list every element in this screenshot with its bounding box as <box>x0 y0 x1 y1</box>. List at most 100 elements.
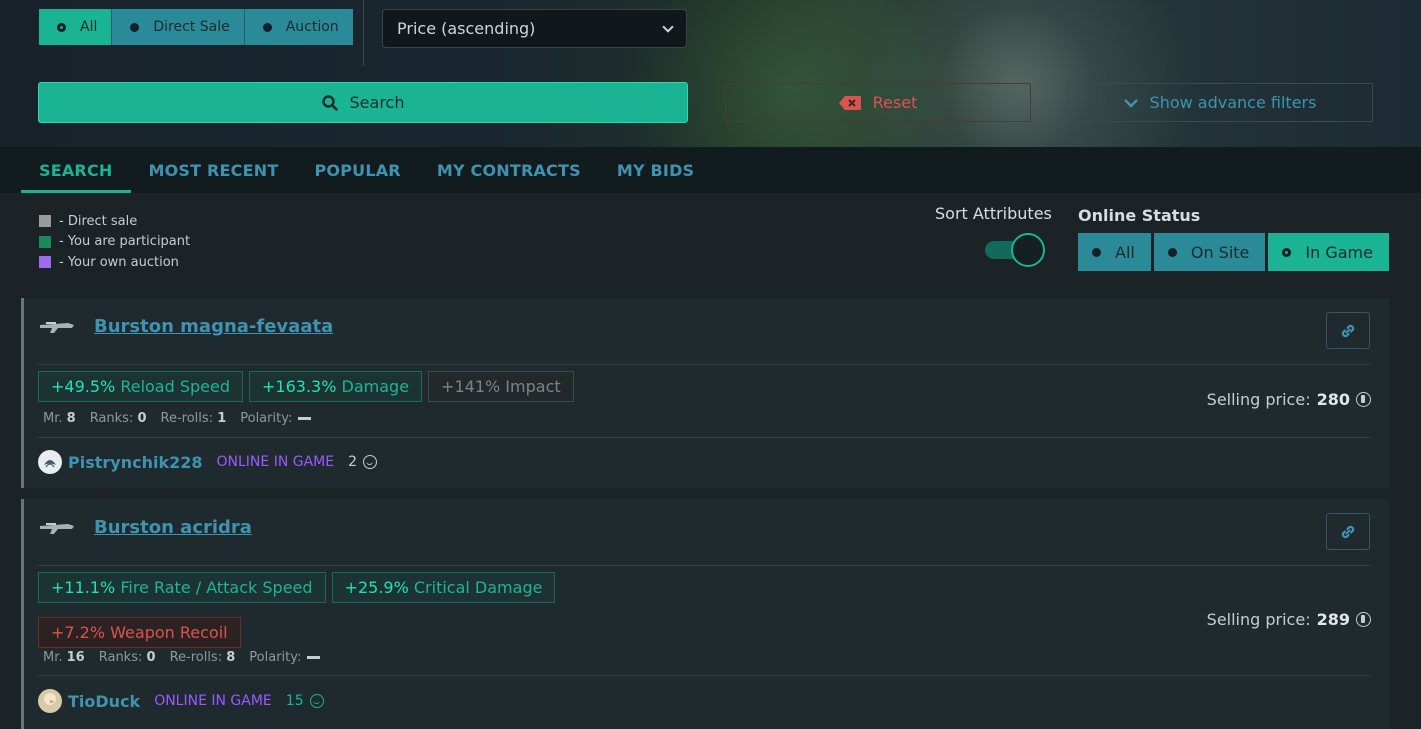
sale-type-label: Direct Sale <box>153 19 230 35</box>
auction-title-link[interactable]: Burston magna-fevaata <box>94 316 333 337</box>
seller-info: TioDuck ONLINE IN GAME 15 <box>38 689 324 713</box>
copy-link-button[interactable] <box>1326 312 1370 349</box>
price-label: Selling price: <box>1206 390 1311 409</box>
weapon-icon <box>40 321 74 333</box>
sale-type-all-button[interactable]: All <box>39 9 113 45</box>
auction-card: Burston acridra +11.1% Fire Rate / Attac… <box>21 499 1389 729</box>
attribute-tag: +141% Impact <box>428 371 574 402</box>
platinum-icon <box>1356 612 1371 627</box>
search-icon <box>321 94 338 111</box>
weapon-icon <box>40 522 74 534</box>
sale-type-direct-button[interactable]: Direct Sale <box>112 9 245 45</box>
attribute-tag: +7.2% Weapon Recoil <box>38 617 241 648</box>
weapon-meta: Mr. 16 Ranks: 0 Re-rolls: 8 Polarity: <box>43 650 321 665</box>
attribute-value: +49.5% <box>51 377 116 396</box>
selling-price: Selling price: 289 <box>1207 610 1371 629</box>
attribute-value: +25.9% <box>344 578 409 597</box>
ranks: Ranks: 0 <box>90 411 147 426</box>
reputation-count: 15 <box>285 693 304 709</box>
chevron-down-icon <box>662 20 674 33</box>
polarity-icon <box>298 417 312 420</box>
meta-label: Ranks: <box>89 411 134 426</box>
link-icon <box>1341 324 1355 337</box>
link-icon <box>1341 525 1355 538</box>
online-status-option-label: All <box>1115 242 1135 262</box>
sale-type-label: Auction <box>285 19 339 35</box>
attribute-name: Damage <box>341 377 410 396</box>
reset-button-label: Reset <box>872 93 918 112</box>
avatar[interactable] <box>38 689 62 713</box>
smile-icon <box>363 455 378 469</box>
tab-my-contracts[interactable]: MY CONTRACTS <box>419 147 599 193</box>
advanced-filters-button[interactable]: Show advance filters <box>1067 83 1373 122</box>
polarity-icon <box>307 656 321 659</box>
seller-info: Pistrynchik228 ONLINE IN GAME 2 <box>38 450 378 474</box>
chevron-down-icon <box>1123 98 1138 108</box>
filter-header: All Direct Sale Auction Price (ascending… <box>0 0 1421 147</box>
toggle-knob <box>1011 233 1045 267</box>
ranks: Ranks: 0 <box>99 650 156 665</box>
tab-my-bids[interactable]: MY BIDS <box>599 147 712 193</box>
attribute-tag: +25.9% Critical Damage <box>331 572 556 603</box>
meta-value: 8 <box>66 411 76 426</box>
attribute-name: Reload Speed <box>120 377 231 396</box>
search-button-label: Search <box>349 93 405 112</box>
divider <box>38 675 1370 676</box>
copy-link-button[interactable] <box>1326 513 1370 550</box>
polarity: Polarity: <box>249 650 321 665</box>
attribute-tag: +163.3% Damage <box>249 371 423 402</box>
meta-label: Ranks: <box>98 650 143 665</box>
online-status-onsite-button[interactable]: On Site <box>1153 233 1266 271</box>
legend-item: - Your own auction <box>39 252 190 273</box>
attribute-list: +49.5% Reload Speed +163.3% Damage +141%… <box>38 371 574 402</box>
price-value: 280 <box>1316 390 1350 409</box>
sale-type-auction-button[interactable]: Auction <box>244 9 353 45</box>
tab-search[interactable]: SEARCH <box>21 147 131 193</box>
online-status-ingame-button[interactable]: In Game <box>1268 233 1389 271</box>
background-art <box>930 10 1100 147</box>
radio-icon <box>130 22 140 32</box>
online-status-selector: All On Site In Game <box>1078 233 1389 271</box>
rerolls: Re-rolls: 1 <box>161 411 227 426</box>
attribute-name: Critical Damage <box>413 578 543 597</box>
polarity: Polarity: <box>240 411 312 426</box>
seller-name-link[interactable]: TioDuck <box>68 692 140 711</box>
radio-icon <box>262 22 272 32</box>
price-label: Selling price: <box>1206 610 1311 629</box>
tab-bar: SEARCH MOST RECENT POPULAR MY CONTRACTS … <box>0 147 1421 193</box>
smile-icon <box>309 694 324 708</box>
reputation: 2 <box>348 454 378 470</box>
attribute-tag: +11.1% Fire Rate / Attack Speed <box>38 572 326 603</box>
seller-name-link[interactable]: Pistrynchik228 <box>68 453 203 472</box>
attribute-tag: +49.5% Reload Speed <box>38 371 244 402</box>
tab-most-recent[interactable]: MOST RECENT <box>131 147 297 193</box>
reset-button[interactable]: Reset <box>725 83 1031 122</box>
attribute-name: Fire Rate / Attack Speed <box>120 578 313 597</box>
attribute-name: Weapon Recoil <box>110 623 228 642</box>
online-status-label: Online Status <box>1078 206 1201 225</box>
tab-popular[interactable]: POPULAR <box>296 147 418 193</box>
divider <box>38 364 1370 365</box>
attribute-value: +7.2% <box>51 623 106 642</box>
auction-title-link[interactable]: Burston acridra <box>94 517 252 538</box>
meta-label: Polarity: <box>240 411 293 426</box>
sort-attributes-toggle[interactable] <box>985 233 1045 267</box>
legend: - Direct sale - You are participant - Yo… <box>39 211 190 273</box>
divider <box>363 0 364 66</box>
legend-swatch <box>39 256 51 269</box>
weapon-meta: Mr. 8 Ranks: 0 Re-rolls: 1 Polarity: <box>43 411 312 426</box>
legend-swatch <box>39 215 51 228</box>
divider <box>38 565 1370 566</box>
search-button[interactable]: Search <box>38 82 688 123</box>
radio-icon <box>1092 247 1101 257</box>
online-status-all-button[interactable]: All <box>1078 233 1151 271</box>
avatar[interactable] <box>38 450 62 474</box>
attribute-list: +11.1% Fire Rate / Attack Speed +25.9% C… <box>38 572 738 648</box>
seller-status: ONLINE IN GAME <box>154 693 272 709</box>
sale-type-label: All <box>80 19 98 35</box>
platinum-icon <box>1356 392 1371 407</box>
sort-select[interactable]: Price (ascending) <box>382 9 687 48</box>
legend-label: - Your own auction <box>59 254 179 270</box>
meta-label: Polarity: <box>249 650 302 665</box>
meta-label: Re-rolls: <box>160 411 214 426</box>
